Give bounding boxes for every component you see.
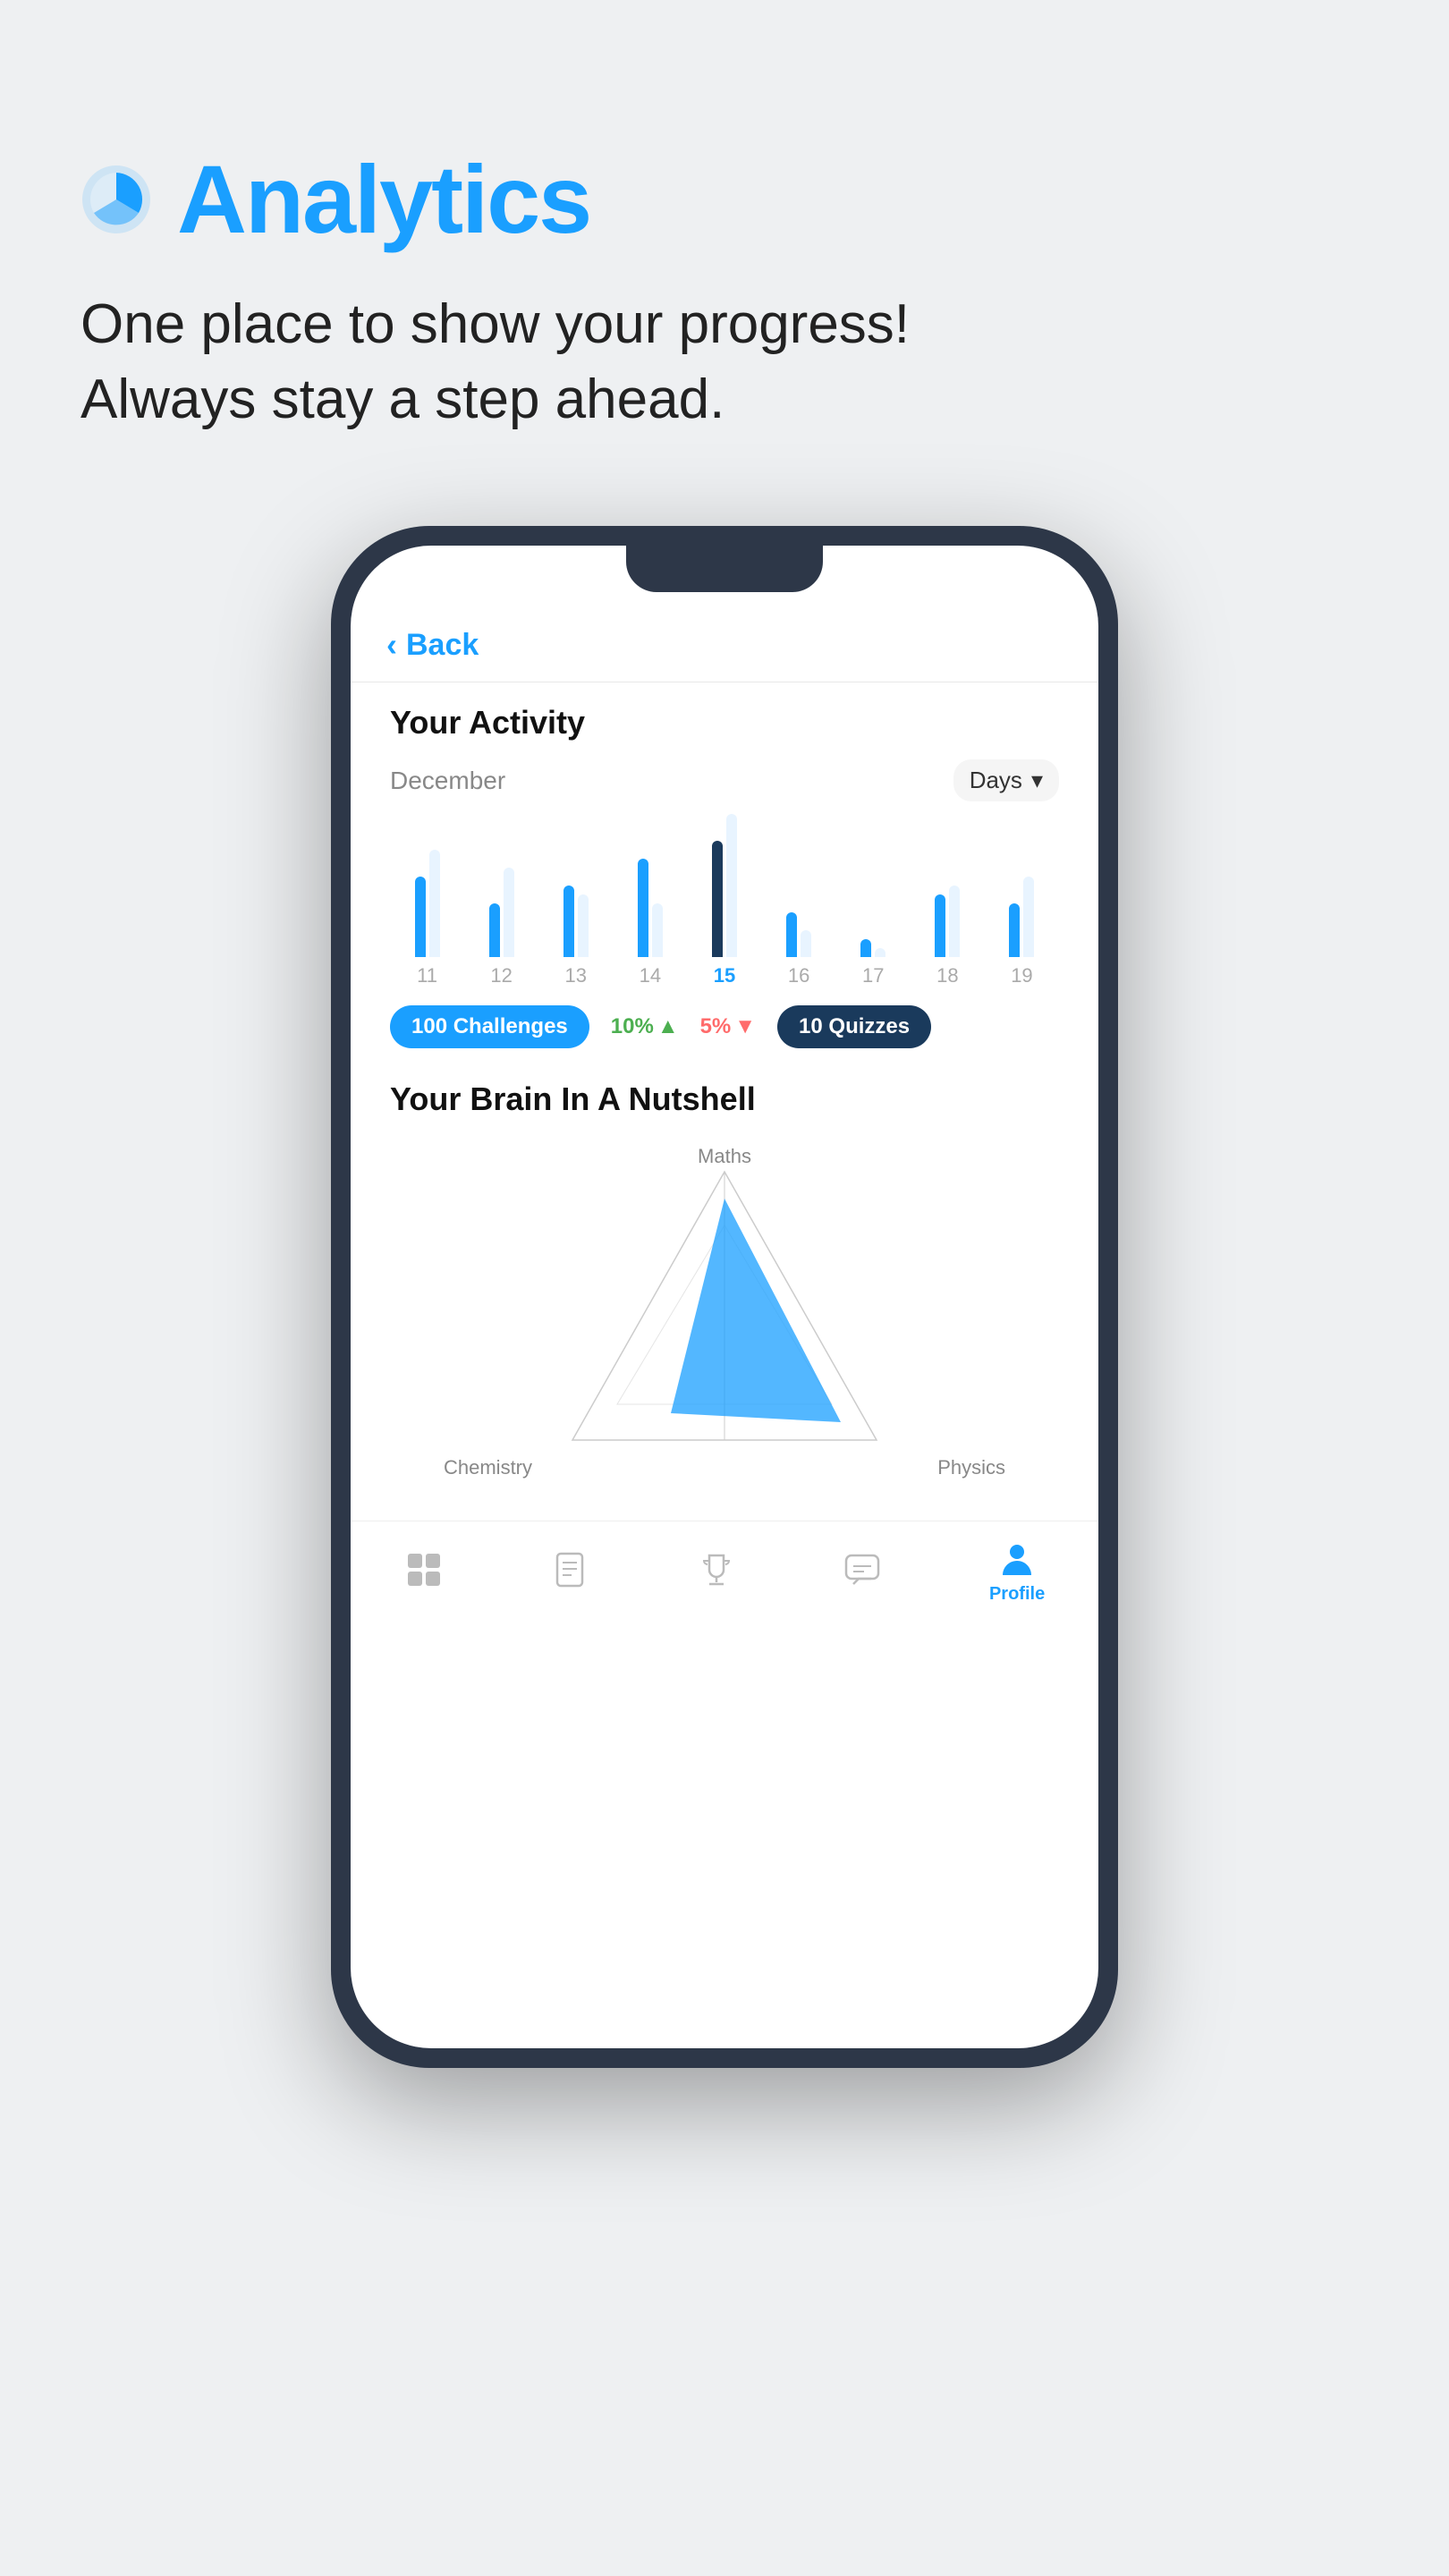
bar-fill bbox=[712, 841, 723, 957]
back-button[interactable]: ‹ Back bbox=[351, 608, 1098, 682]
bar-day-label: 16 bbox=[788, 964, 809, 987]
bar-group: 13 bbox=[538, 886, 613, 987]
bar-bg bbox=[801, 930, 811, 957]
pct-up-stat: 10% ▲ bbox=[611, 1014, 679, 1039]
bar-fill bbox=[786, 912, 797, 957]
bar-bg bbox=[429, 850, 440, 957]
bar-bg bbox=[578, 894, 589, 957]
pct-down-stat: 5% ▼ bbox=[700, 1014, 756, 1039]
bar-fill bbox=[860, 939, 871, 957]
bar-day-label: 11 bbox=[417, 964, 437, 987]
profile-icon bbox=[997, 1539, 1037, 1579]
radar-chart: Maths Chemis bbox=[390, 1136, 1059, 1494]
bar-day-label: 18 bbox=[936, 964, 958, 987]
bar-group: 15 bbox=[687, 814, 761, 987]
activity-section: Your Activity December Days ▾ 11 12 13 14 15… bbox=[351, 704, 1098, 1048]
bar-day-label: 12 bbox=[490, 964, 512, 987]
bar-group: 14 bbox=[613, 859, 687, 987]
back-chevron-icon: ‹ bbox=[386, 626, 397, 664]
bar-day-label: 19 bbox=[1011, 964, 1032, 987]
bar-bg bbox=[652, 903, 663, 957]
phone-outer: ‹ Back Your Activity December Days ▾ bbox=[331, 526, 1118, 2068]
chat-icon bbox=[843, 1550, 882, 1589]
bar-day-label: 15 bbox=[714, 964, 735, 987]
arrow-up-icon: ▲ bbox=[657, 1014, 679, 1039]
bar-group: 18 bbox=[911, 886, 985, 987]
page-title: Analytics bbox=[177, 143, 590, 255]
bar-fill bbox=[489, 903, 500, 957]
phone-screen: ‹ Back Your Activity December Days ▾ bbox=[351, 546, 1098, 2048]
nav-item-profile[interactable]: Profile bbox=[989, 1539, 1045, 1605]
radar-label-physics: Physics bbox=[937, 1456, 1005, 1479]
bar-group: 16 bbox=[762, 912, 836, 987]
bar-bg bbox=[949, 886, 960, 957]
nav-item-book[interactable] bbox=[550, 1550, 589, 1595]
bar-group: 19 bbox=[985, 877, 1059, 987]
radar-label-maths: Maths bbox=[698, 1145, 751, 1168]
phone-notch bbox=[626, 546, 823, 592]
page-header: Analytics One place to show your progres… bbox=[0, 0, 1449, 472]
grid-icon bbox=[404, 1550, 444, 1589]
bar-group: 17 bbox=[836, 939, 911, 987]
bar-fill bbox=[564, 886, 574, 957]
stats-row: 100 Challenges 10% ▲ 5% ▼ bbox=[390, 1005, 1059, 1048]
bar-day-label: 13 bbox=[565, 964, 587, 987]
radar-svg bbox=[555, 1145, 894, 1485]
bar-fill bbox=[415, 877, 426, 957]
bar-group: 12 bbox=[464, 868, 538, 987]
quizzes-badge: 10 Quizzes bbox=[777, 1005, 931, 1048]
bar-bg bbox=[726, 814, 737, 957]
brain-section: Your Brain In A Nutshell Maths bbox=[351, 1080, 1098, 1494]
book-icon bbox=[550, 1550, 589, 1589]
bar-day-label: 17 bbox=[862, 964, 884, 987]
bar-fill bbox=[935, 894, 945, 957]
arrow-down-icon: ▼ bbox=[734, 1014, 756, 1039]
days-dropdown[interactable]: Days ▾ bbox=[953, 759, 1059, 801]
trophy-icon bbox=[697, 1550, 736, 1589]
nav-label-profile: Profile bbox=[989, 1584, 1045, 1605]
bar-chart: 11 12 13 14 15 16 17 18 19 bbox=[390, 826, 1059, 987]
nav-item-trophy[interactable] bbox=[697, 1550, 736, 1595]
chevron-down-icon: ▾ bbox=[1031, 767, 1043, 794]
activity-header: December Days ▾ bbox=[390, 759, 1059, 801]
bar-fill bbox=[638, 859, 648, 957]
bar-fill bbox=[1009, 903, 1020, 957]
bar-group: 11 bbox=[390, 850, 464, 987]
header-subtitle: One place to show your progress! Always … bbox=[80, 287, 1368, 436]
radar-label-chemistry: Chemistry bbox=[444, 1456, 532, 1479]
bar-day-label: 14 bbox=[640, 964, 661, 987]
bar-bg bbox=[875, 948, 886, 957]
bar-bg bbox=[504, 868, 514, 957]
challenges-badge: 100 Challenges bbox=[390, 1005, 589, 1048]
bottom-nav: Profile bbox=[351, 1521, 1098, 1631]
nav-item-home[interactable] bbox=[404, 1550, 444, 1595]
month-label: December bbox=[390, 767, 505, 795]
phone-mockup: ‹ Back Your Activity December Days ▾ bbox=[0, 526, 1449, 2068]
nav-item-chat[interactable] bbox=[843, 1550, 882, 1595]
activity-title: Your Activity bbox=[390, 704, 1059, 741]
bar-bg bbox=[1023, 877, 1034, 957]
analytics-icon bbox=[80, 164, 152, 235]
brain-title: Your Brain In A Nutshell bbox=[390, 1080, 1059, 1118]
